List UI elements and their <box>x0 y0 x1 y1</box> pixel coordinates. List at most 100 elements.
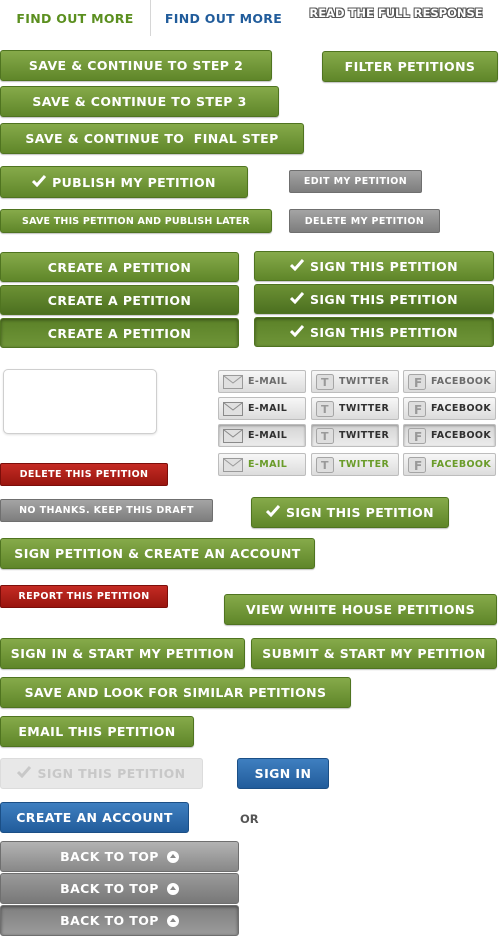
filter-petitions-button[interactable]: FILTER PETITIONS <box>322 51 498 82</box>
create-petition-button[interactable]: CREATE A PETITION <box>0 252 239 282</box>
share-label: FACEBOOK <box>431 430 492 441</box>
arrow-up-icon <box>166 914 179 927</box>
back-to-top-button-hover[interactable]: BACK TO TOP <box>0 873 239 904</box>
twitter-share-button[interactable]: t TWITTER <box>311 370 399 393</box>
button-label: SIGN THIS PETITION <box>285 505 435 520</box>
facebook-icon: f <box>408 427 426 444</box>
share-label: FACEBOOK <box>431 459 492 470</box>
sign-in-button[interactable]: SIGN IN <box>237 758 329 789</box>
create-petition-button-active[interactable]: CREATE A PETITION <box>0 318 239 348</box>
svg-text:f: f <box>414 430 423 444</box>
edit-petition-button[interactable]: EDIT MY PETITION <box>289 170 422 193</box>
save-continue-final-step-button[interactable]: SAVE & CONTINUE TO FINAL STEP <box>0 123 304 154</box>
button-label: DELETE THIS PETITION <box>19 469 149 480</box>
save-continue-step-2-button[interactable]: SAVE & CONTINUE TO STEP 2 <box>0 50 272 81</box>
checkmark-icon <box>289 258 305 274</box>
button-label: SIGN THIS PETITION <box>37 766 186 781</box>
svg-text:t: t <box>321 459 329 472</box>
save-continue-step-3-button[interactable]: SAVE & CONTINUE TO STEP 3 <box>0 86 279 117</box>
button-label: NO THANKS. KEEP THIS DRAFT <box>19 505 194 516</box>
tab-label: FIND OUT MORE <box>16 10 134 26</box>
create-account-button[interactable]: CREATE AN ACCOUNT <box>0 802 189 833</box>
email-share-button-active[interactable]: E-MAIL <box>218 424 306 447</box>
button-label: BACK TO TOP <box>60 913 159 928</box>
button-label: EMAIL THIS PETITION <box>18 724 176 739</box>
email-petition-button[interactable]: EMAIL THIS PETITION <box>0 716 194 747</box>
sign-petition-button-disabled[interactable]: SIGN THIS PETITION <box>0 758 203 789</box>
button-label: SAVE THIS PETITION AND PUBLISH LATER <box>22 215 250 227</box>
create-petition-button-hover[interactable]: CREATE A PETITION <box>0 285 239 315</box>
sign-petition-button-active[interactable]: SIGN THIS PETITION <box>254 317 494 347</box>
button-label: FILTER PETITIONS <box>344 59 476 74</box>
facebook-share-button-active[interactable]: f FACEBOOK <box>403 424 496 447</box>
button-label: SIGN PETITION & CREATE AN ACCOUNT <box>14 546 301 561</box>
empty-text-box[interactable] <box>3 369 157 434</box>
back-to-top-button[interactable]: BACK TO TOP <box>0 841 239 872</box>
arrow-up-icon <box>166 850 179 863</box>
svg-text:f: f <box>414 403 423 417</box>
sign-petition-button-hover[interactable]: SIGN THIS PETITION <box>254 284 494 314</box>
sign-in-start-petition-button[interactable]: SIGN IN & START MY PETITION <box>0 638 245 669</box>
view-white-house-petitions-button[interactable]: VIEW WHITE HOUSE PETITIONS <box>224 594 497 625</box>
share-label: E-MAIL <box>248 376 288 387</box>
delete-this-petition-button[interactable]: DELETE THIS PETITION <box>0 463 168 486</box>
tab-label: READ THE FULL RESPONSE <box>309 6 483 20</box>
facebook-icon: f <box>408 400 426 417</box>
save-look-similar-button[interactable]: SAVE AND LOOK FOR SIMILAR PETITIONS <box>0 677 351 708</box>
save-publish-later-button[interactable]: SAVE THIS PETITION AND PUBLISH LATER <box>0 209 272 233</box>
arrow-up-icon <box>166 882 179 895</box>
facebook-share-button-selected[interactable]: f FACEBOOK <box>403 453 496 476</box>
email-share-button[interactable]: E-MAIL <box>218 370 306 393</box>
button-label: SUBMIT & START MY PETITION <box>262 646 486 661</box>
button-label: CREATE A PETITION <box>47 325 192 341</box>
or-separator: OR <box>240 812 259 826</box>
button-label: SIGN THIS PETITION <box>309 291 459 307</box>
facebook-share-button[interactable]: f FACEBOOK <box>403 370 496 393</box>
svg-text:t: t <box>321 403 329 416</box>
sign-petition-button-secondary[interactable]: SIGN THIS PETITION <box>251 497 449 528</box>
button-label: PUBLISH MY PETITION <box>52 174 216 190</box>
no-thanks-keep-draft-button[interactable]: NO THANKS. KEEP THIS DRAFT <box>0 499 213 522</box>
envelope-icon <box>223 401 243 416</box>
facebook-icon: f <box>408 373 426 390</box>
twitter-icon: t <box>316 373 334 390</box>
read-full-response-link[interactable]: READ THE FULL RESPONSE <box>296 0 496 30</box>
button-label: CREATE A PETITION <box>47 259 192 275</box>
sign-and-create-account-button[interactable]: SIGN PETITION & CREATE AN ACCOUNT <box>0 538 315 569</box>
tab-label: FIND OUT MORE <box>164 10 283 26</box>
share-label: E-MAIL <box>248 403 288 414</box>
twitter-share-button-active[interactable]: t TWITTER <box>311 424 399 447</box>
report-petition-button[interactable]: REPORT THIS PETITION <box>0 585 168 608</box>
facebook-share-button-hover[interactable]: f FACEBOOK <box>403 397 496 420</box>
share-label: TWITTER <box>339 459 390 470</box>
button-label: CREATE AN ACCOUNT <box>16 810 173 825</box>
checkmark-icon <box>265 505 281 520</box>
share-label: TWITTER <box>339 430 390 441</box>
svg-text:f: f <box>414 376 423 390</box>
button-label: SAVE & CONTINUE TO STEP 2 <box>28 58 244 73</box>
twitter-share-button-hover[interactable]: t TWITTER <box>311 397 399 420</box>
checkmark-icon <box>32 174 47 190</box>
share-label: E-MAIL <box>248 430 288 441</box>
checkmark-icon <box>289 291 305 307</box>
share-label: FACEBOOK <box>431 403 492 414</box>
back-to-top-button-active[interactable]: BACK TO TOP <box>0 905 239 936</box>
delete-my-petition-button[interactable]: DELETE MY PETITION <box>289 209 440 233</box>
twitter-icon: t <box>316 427 334 444</box>
button-label: SAVE & CONTINUE TO FINAL STEP <box>25 131 279 146</box>
button-label: CREATE A PETITION <box>47 292 192 308</box>
button-label: SIGN THIS PETITION <box>309 258 459 274</box>
email-share-button-hover[interactable]: E-MAIL <box>218 397 306 420</box>
svg-text:t: t <box>321 376 329 389</box>
share-label: E-MAIL <box>248 459 288 470</box>
tab-find-out-more-blue[interactable]: FIND OUT MORE <box>151 0 296 36</box>
publish-petition-button[interactable]: PUBLISH MY PETITION <box>0 166 248 198</box>
button-label: REPORT THIS PETITION <box>18 591 150 602</box>
sign-petition-button[interactable]: SIGN THIS PETITION <box>254 251 494 281</box>
submit-start-petition-button[interactable]: SUBMIT & START MY PETITION <box>251 638 497 669</box>
button-label: SIGN THIS PETITION <box>309 324 459 340</box>
twitter-icon: t <box>316 400 334 417</box>
twitter-share-button-selected[interactable]: t TWITTER <box>311 453 399 476</box>
email-share-button-selected[interactable]: E-MAIL <box>218 453 306 476</box>
tab-find-out-more-green[interactable]: FIND OUT MORE <box>0 0 151 36</box>
